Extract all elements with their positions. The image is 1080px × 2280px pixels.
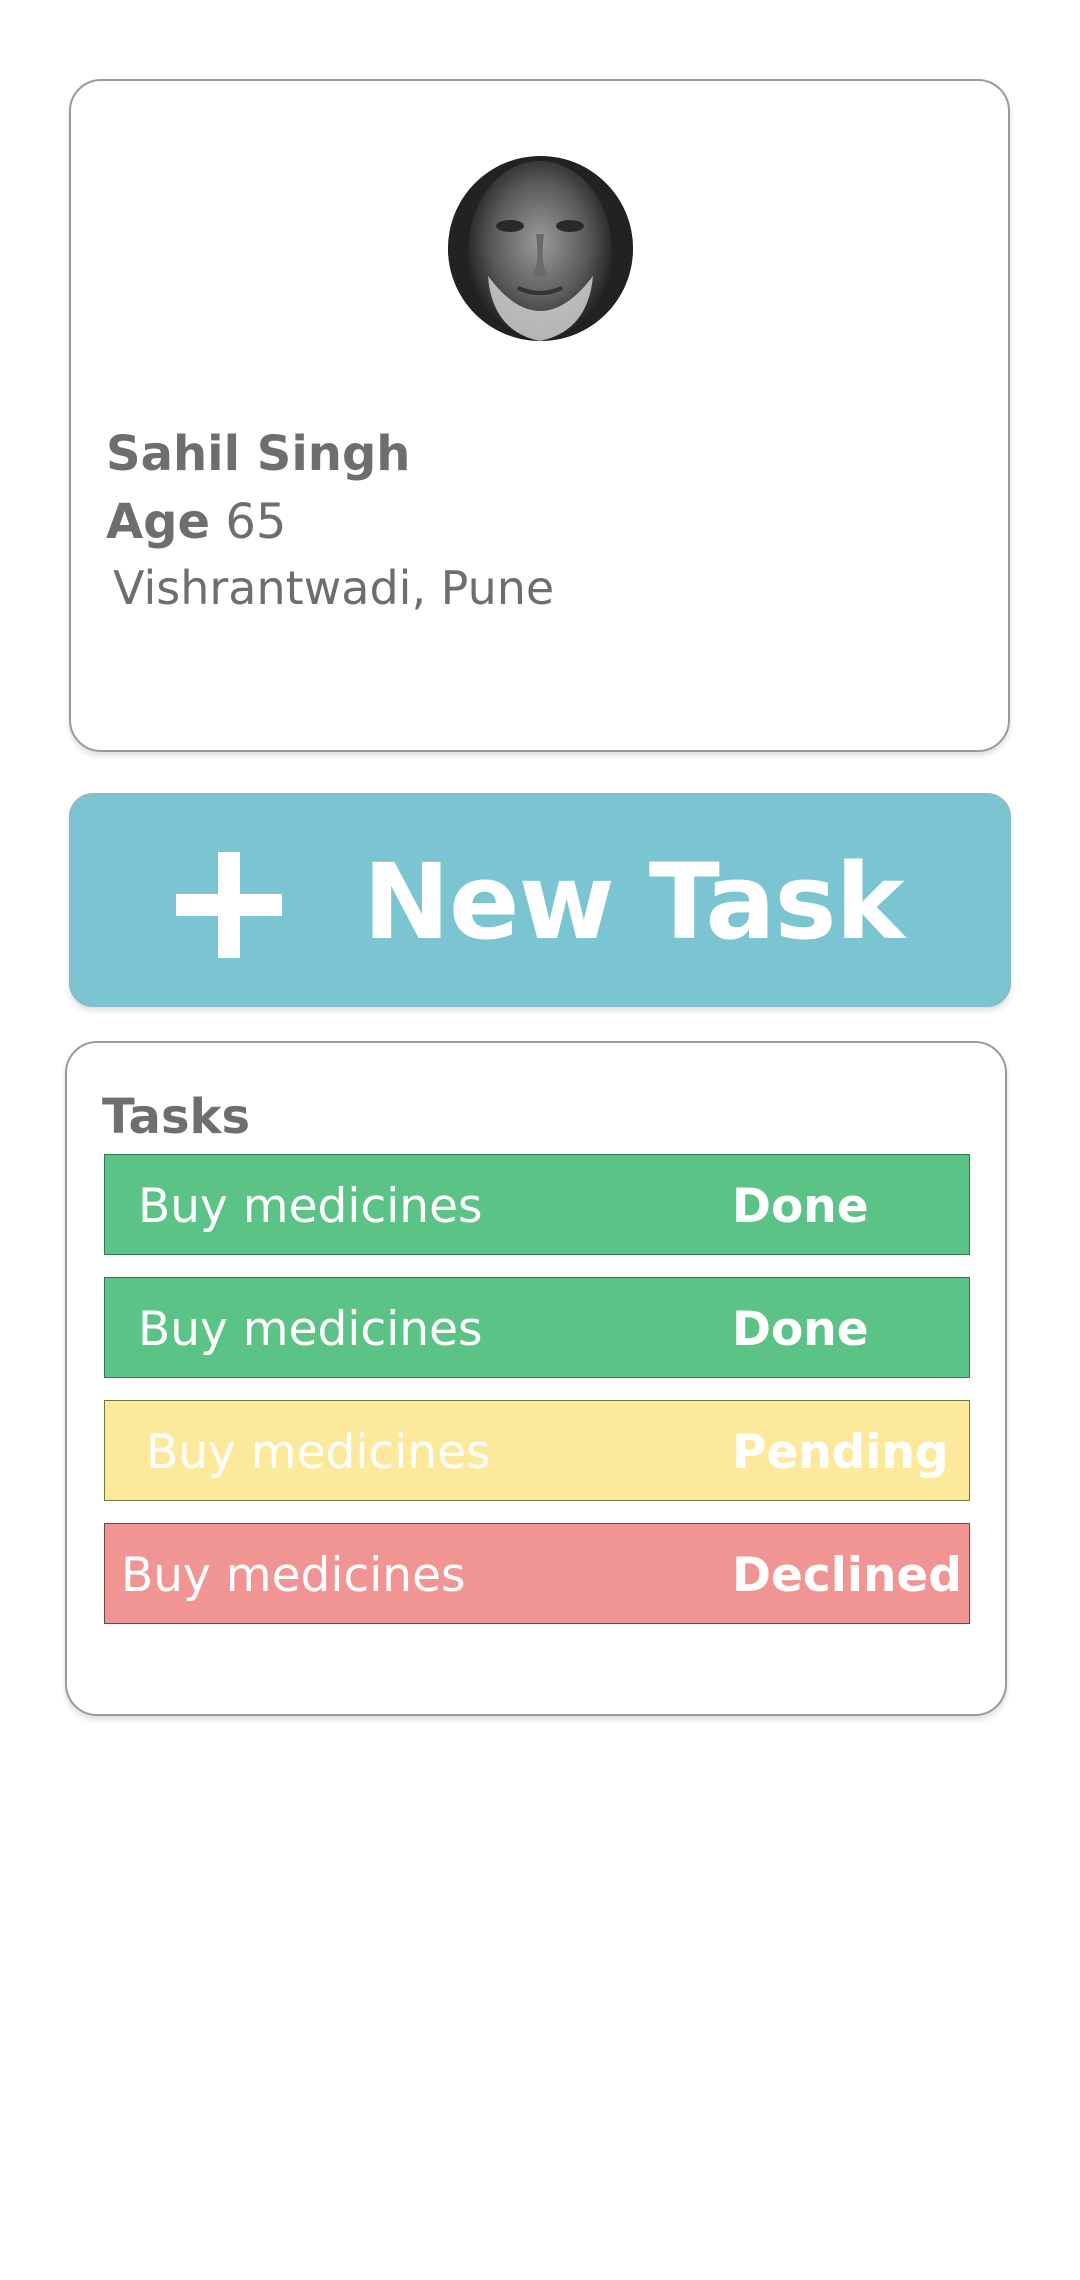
task-row[interactable]: Buy medicines Pending (104, 1400, 970, 1501)
tasks-title: Tasks (102, 1089, 251, 1145)
profile-age: Age 65 (106, 494, 286, 550)
profile-location: Vishrantwadi, Pune (113, 561, 555, 615)
profile-name: Sahil Singh (106, 426, 411, 482)
task-row[interactable]: Buy medicines Done (104, 1277, 970, 1378)
tasks-card: Tasks Buy medicines Done Buy medicines D… (65, 1041, 1007, 1716)
task-status: Pending (732, 1425, 949, 1480)
task-name: Buy medicines (138, 1302, 483, 1357)
plus-icon (176, 852, 282, 958)
task-status: Declined (732, 1548, 962, 1603)
task-row[interactable]: Buy medicines Done (104, 1154, 970, 1255)
age-value: 65 (225, 494, 287, 550)
task-name: Buy medicines (146, 1425, 491, 1480)
profile-card: Sahil Singh Age 65 Vishrantwadi, Pune (69, 79, 1010, 752)
task-status: Done (732, 1179, 869, 1234)
new-task-button[interactable]: New Task (69, 793, 1011, 1007)
task-status: Done (732, 1302, 869, 1357)
task-row[interactable]: Buy medicines Declined (104, 1523, 970, 1624)
age-label: Age (106, 494, 211, 550)
avatar[interactable] (448, 156, 633, 341)
user-photo-icon (448, 156, 633, 341)
task-name: Buy medicines (138, 1179, 483, 1234)
task-name: Buy medicines (121, 1548, 466, 1603)
new-task-label: New Task (363, 841, 905, 963)
